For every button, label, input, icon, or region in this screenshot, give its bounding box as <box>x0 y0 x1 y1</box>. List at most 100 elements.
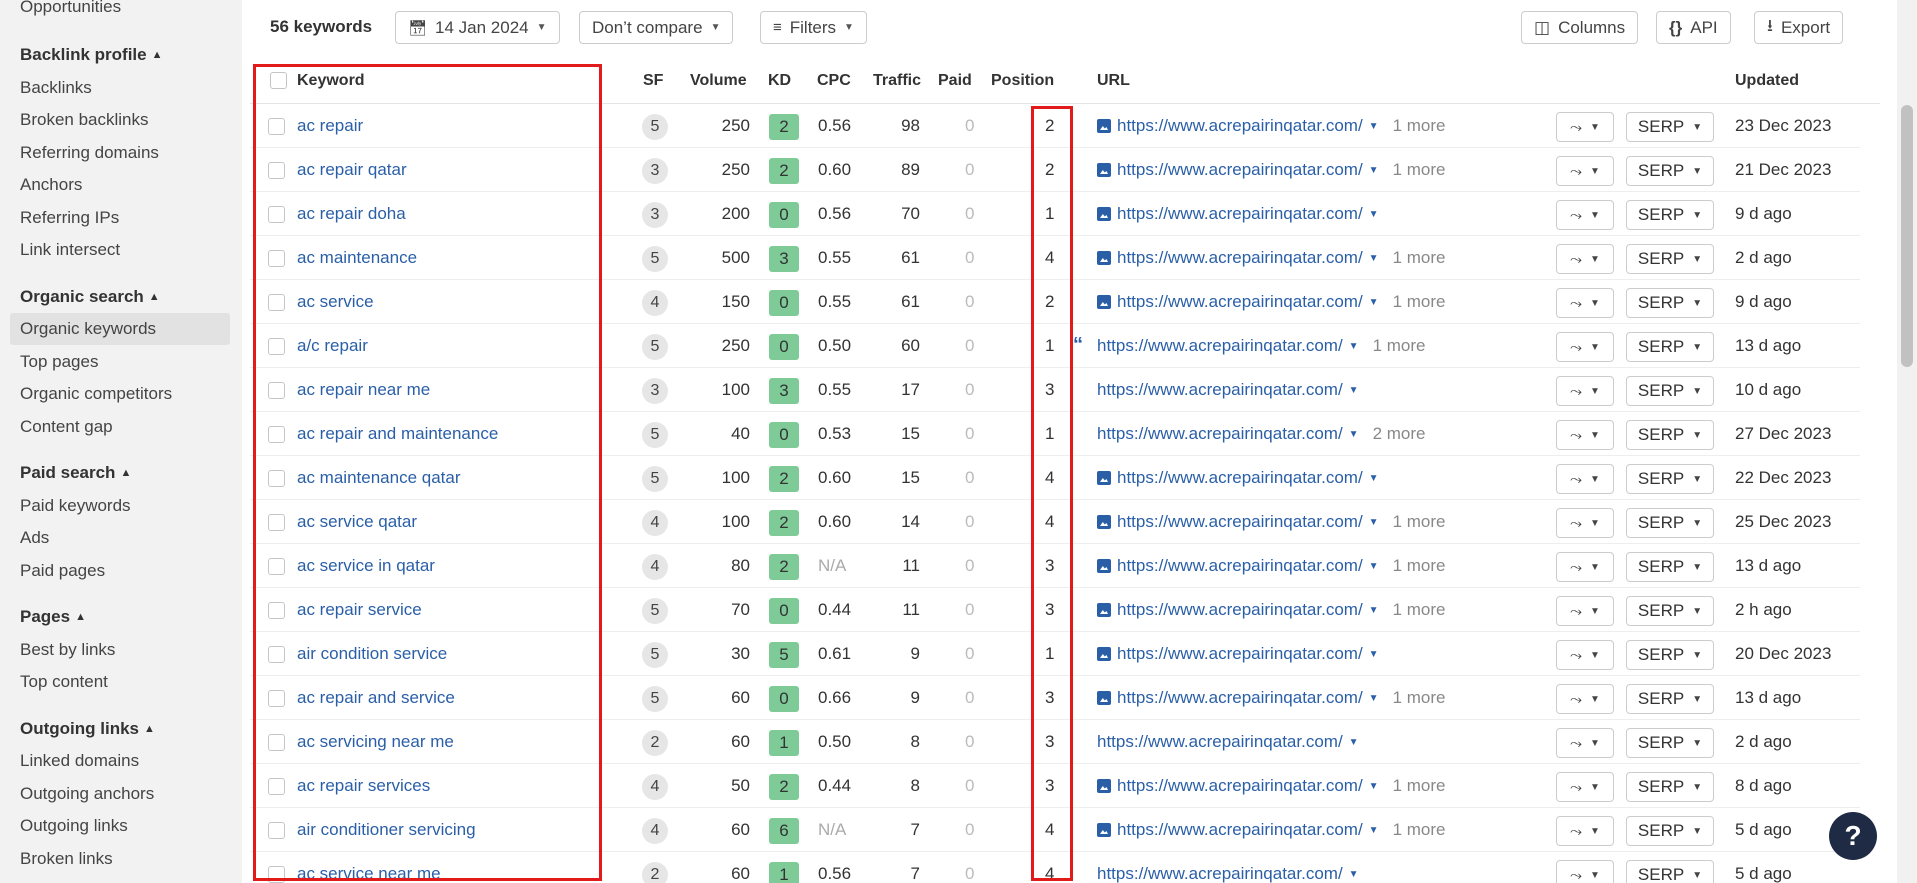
sidebar-item-link-intersect[interactable]: Link intersect <box>20 240 120 260</box>
row-checkbox[interactable] <box>268 382 285 399</box>
serp-button[interactable]: SERP ▼ <box>1626 552 1714 582</box>
chevron-down-icon[interactable]: ▼ <box>1369 693 1379 704</box>
header-updated[interactable]: Updated <box>1735 72 1799 90</box>
keyword-link[interactable]: ac service <box>297 292 374 312</box>
position-history-button[interactable]: ⤳ ▼ <box>1556 156 1614 186</box>
keyword-link[interactable]: ac repair near me <box>297 380 430 400</box>
row-checkbox[interactable] <box>268 118 285 135</box>
more-urls-link[interactable]: 1 more <box>1393 248 1446 268</box>
sidebar-item-broken-links[interactable]: Broken links <box>20 849 113 869</box>
ranking-url[interactable]: https://www.acrepairinqatar.com/ ▼ 1 more <box>1097 600 1446 620</box>
sidebar-section-outgoing-links[interactable]: Outgoing links ▲ <box>20 719 155 739</box>
chevron-down-icon[interactable]: ▼ <box>1369 473 1379 484</box>
ranking-url[interactable]: https://www.acrepairinqatar.com/ ▼ <box>1097 644 1379 664</box>
chevron-down-icon[interactable]: ▼ <box>1369 561 1379 572</box>
sidebar-item-organic-competitors[interactable]: Organic competitors <box>20 384 172 404</box>
chevron-down-icon[interactable]: ▼ <box>1369 517 1379 528</box>
serp-button[interactable]: SERP ▼ <box>1626 772 1714 802</box>
more-urls-link[interactable]: 1 more <box>1393 688 1446 708</box>
serp-button[interactable]: SERP ▼ <box>1626 420 1714 450</box>
row-checkbox[interactable] <box>268 250 285 267</box>
header-cpc[interactable]: CPC <box>817 72 851 90</box>
ranking-url[interactable]: https://www.acrepairinqatar.com/ ▼ 1 more <box>1097 820 1446 840</box>
sidebar-section-pages[interactable]: Pages ▲ <box>20 607 86 627</box>
sidebar-item-organic-keywords[interactable]: Organic keywords <box>20 319 156 339</box>
serp-button[interactable]: SERP ▼ <box>1626 684 1714 714</box>
ranking-url[interactable]: https://www.acrepairinqatar.com/ ▼ 2 more <box>1097 424 1426 444</box>
sidebar-item-anchors[interactable]: Anchors <box>20 175 82 195</box>
keyword-link[interactable]: air condition service <box>297 644 447 664</box>
position-history-button[interactable]: ⤳ ▼ <box>1556 376 1614 406</box>
ranking-url[interactable]: https://www.acrepairinqatar.com/ ▼ 1 more <box>1097 776 1446 796</box>
header-url[interactable]: URL <box>1097 72 1130 90</box>
chevron-down-icon[interactable]: ▼ <box>1349 385 1359 396</box>
ranking-url[interactable]: https://www.acrepairinqatar.com/ ▼ 1 more <box>1097 116 1446 136</box>
chevron-down-icon[interactable]: ▼ <box>1349 341 1359 352</box>
serp-button[interactable]: SERP ▼ <box>1626 860 1714 883</box>
chevron-down-icon[interactable]: ▼ <box>1369 209 1379 220</box>
keyword-link[interactable]: ac maintenance qatar <box>297 468 461 488</box>
ranking-url[interactable]: https://www.acrepairinqatar.com/ ▼ 1 more <box>1097 556 1446 576</box>
header-paid[interactable]: Paid <box>938 72 972 90</box>
chevron-down-icon[interactable]: ▼ <box>1369 253 1379 264</box>
sidebar-item-ads[interactable]: Ads <box>20 528 49 548</box>
position-history-button[interactable]: ⤳ ▼ <box>1556 420 1614 450</box>
position-history-button[interactable]: ⤳ ▼ <box>1556 684 1614 714</box>
ranking-url[interactable]: https://www.acrepairinqatar.com/ ▼ 1 more <box>1097 292 1446 312</box>
keyword-link[interactable]: ac repair and maintenance <box>297 424 498 444</box>
row-checkbox[interactable] <box>268 602 285 619</box>
serp-button[interactable]: SERP ▼ <box>1626 508 1714 538</box>
row-checkbox[interactable] <box>268 294 285 311</box>
more-urls-link[interactable]: 1 more <box>1393 512 1446 532</box>
serp-button[interactable]: SERP ▼ <box>1626 156 1714 186</box>
more-urls-link[interactable]: 1 more <box>1393 292 1446 312</box>
serp-button[interactable]: SERP ▼ <box>1626 464 1714 494</box>
position-history-button[interactable]: ⤳ ▼ <box>1556 816 1614 846</box>
serp-button[interactable]: SERP ▼ <box>1626 640 1714 670</box>
serp-button[interactable]: SERP ▼ <box>1626 200 1714 230</box>
chevron-down-icon[interactable]: ▼ <box>1349 869 1359 880</box>
keyword-link[interactable]: ac servicing near me <box>297 732 454 752</box>
keyword-link[interactable]: ac repair service <box>297 600 422 620</box>
sidebar-item-referring-domains[interactable]: Referring domains <box>20 143 159 163</box>
columns-button[interactable]: ◫ Columns <box>1521 11 1639 44</box>
keyword-link[interactable]: ac repair services <box>297 776 430 796</box>
ranking-url[interactable]: https://www.acrepairinqatar.com/ ▼ <box>1097 732 1359 752</box>
select-all-checkbox[interactable] <box>270 72 287 89</box>
ranking-url[interactable]: https://www.acrepairinqatar.com/ ▼ 1 more <box>1097 248 1446 268</box>
keyword-link[interactable]: ac repair doha <box>297 204 406 224</box>
ranking-url[interactable]: https://www.acrepairinqatar.com/ ▼ <box>1097 204 1379 224</box>
serp-button[interactable]: SERP ▼ <box>1626 376 1714 406</box>
header-sf[interactable]: SF <box>643 72 663 90</box>
header-kd[interactable]: KD <box>768 72 791 90</box>
keyword-link[interactable]: ac repair and service <box>297 688 455 708</box>
sidebar-section-backlink-profile[interactable]: Backlink profile ▲ <box>20 45 163 65</box>
row-checkbox[interactable] <box>268 558 285 575</box>
position-history-button[interactable]: ⤳ ▼ <box>1556 288 1614 318</box>
keyword-link[interactable]: air conditioner servicing <box>297 820 476 840</box>
keyword-link[interactable]: ac service near me <box>297 864 441 883</box>
more-urls-link[interactable]: 1 more <box>1393 776 1446 796</box>
serp-button[interactable]: SERP ▼ <box>1626 596 1714 626</box>
sidebar-item-referring-ips[interactable]: Referring IPs <box>20 208 119 228</box>
position-history-button[interactable]: ⤳ ▼ <box>1556 244 1614 274</box>
chevron-down-icon[interactable]: ▼ <box>1369 165 1379 176</box>
chevron-down-icon[interactable]: ▼ <box>1349 429 1359 440</box>
position-history-button[interactable]: ⤳ ▼ <box>1556 596 1614 626</box>
row-checkbox[interactable] <box>268 338 285 355</box>
row-checkbox[interactable] <box>268 690 285 707</box>
ranking-url[interactable]: https://www.acrepairinqatar.com/ ▼ 1 more <box>1097 512 1446 532</box>
keyword-link[interactable]: ac service in qatar <box>297 556 435 576</box>
row-checkbox[interactable] <box>268 470 285 487</box>
scrollbar-thumb[interactable] <box>1901 105 1913 367</box>
chevron-down-icon[interactable]: ▼ <box>1349 737 1359 748</box>
sidebar-item-paid-pages[interactable]: Paid pages <box>20 561 105 581</box>
row-checkbox[interactable] <box>268 646 285 663</box>
row-checkbox[interactable] <box>268 514 285 531</box>
date-picker-button[interactable]: 📅︎ 14 Jan 2024 ▼ <box>395 11 560 44</box>
position-history-button[interactable]: ⤳ ▼ <box>1556 200 1614 230</box>
sidebar-item-backlinks[interactable]: Backlinks <box>20 78 92 98</box>
position-history-button[interactable]: ⤳ ▼ <box>1556 772 1614 802</box>
more-urls-link[interactable]: 2 more <box>1373 424 1426 444</box>
position-history-button[interactable]: ⤳ ▼ <box>1556 728 1614 758</box>
